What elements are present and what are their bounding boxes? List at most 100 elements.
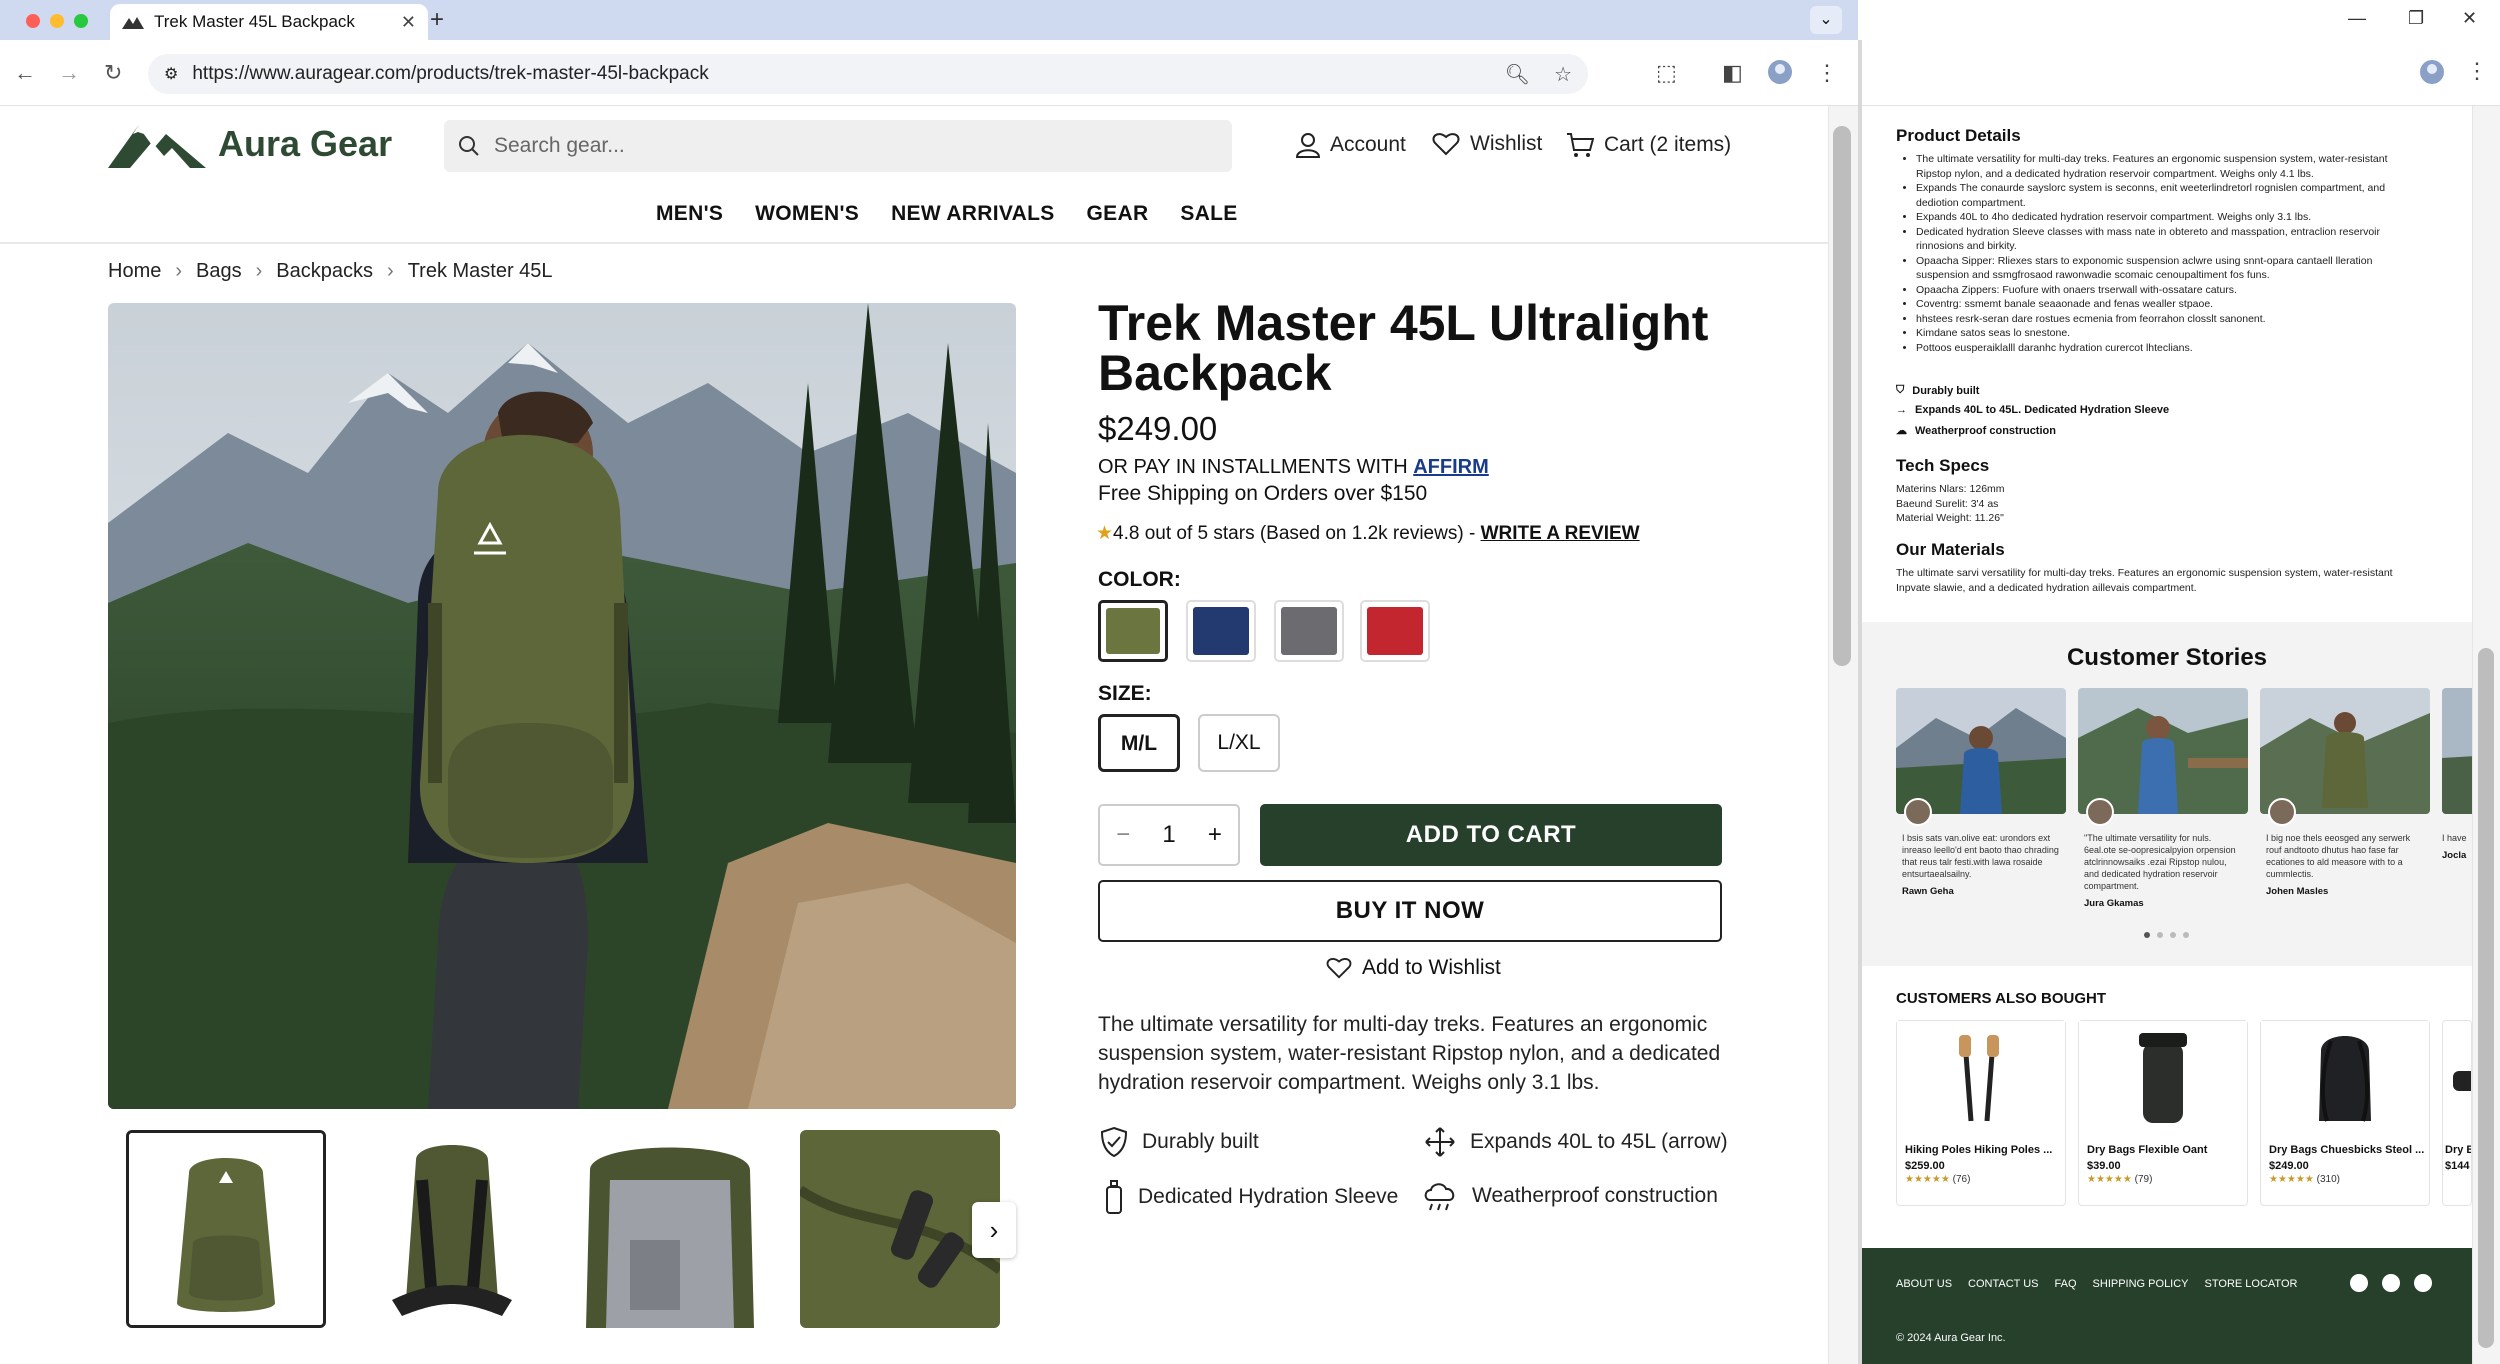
breadcrumb-backpacks[interactable]: Backpacks bbox=[276, 260, 373, 283]
address-bar[interactable]: ⚙ https://www.auragear.com/products/trek… bbox=[148, 54, 1588, 94]
user-icon bbox=[1296, 133, 1320, 158]
reload-icon[interactable]: ↻ bbox=[104, 60, 122, 86]
url-text[interactable]: https://www.auragear.com/products/trek-m… bbox=[192, 63, 708, 85]
youtube-icon[interactable] bbox=[2414, 1274, 2432, 1292]
footer-about[interactable]: ABOUT US bbox=[1896, 1278, 1952, 1290]
minimize-window-dot[interactable] bbox=[50, 14, 64, 28]
product-card[interactable]: Dry B $144 bbox=[2442, 1020, 2472, 1206]
brand-logo[interactable]: Aura Gear bbox=[108, 120, 392, 168]
scrollbar-thumb[interactable] bbox=[2478, 648, 2494, 1348]
minimize-icon[interactable]: — bbox=[2348, 8, 2366, 29]
hiking-poles-image bbox=[1897, 1021, 2065, 1131]
scrollbar-thumb[interactable] bbox=[1833, 126, 1851, 666]
nav-new-arrivals[interactable]: NEW ARRIVALS bbox=[891, 202, 1054, 226]
product-thumbnail[interactable] bbox=[800, 1130, 1000, 1328]
menu-icon[interactable]: ⋮ bbox=[1816, 60, 1838, 86]
details-item: Dedicated hydration Sleeve classes with … bbox=[1916, 225, 2416, 254]
bookmark-star-icon[interactable]: ☆ bbox=[1554, 62, 1572, 87]
cloud-icon: ☁ bbox=[1896, 425, 1907, 437]
new-tab-icon[interactable]: + bbox=[430, 6, 444, 34]
cloud-rain-icon bbox=[1424, 1183, 1455, 1211]
story-card[interactable]: "The ultimate versatility for nuls. 6eal… bbox=[2078, 688, 2248, 909]
close-icon[interactable]: ✕ bbox=[2462, 8, 2477, 29]
footer-shipping[interactable]: SHIPPING POLICY bbox=[2093, 1278, 2189, 1290]
extensions-icon[interactable]: ⬚ bbox=[1656, 60, 1677, 86]
forward-icon[interactable]: → bbox=[58, 60, 80, 86]
color-swatch-red[interactable] bbox=[1360, 600, 1430, 662]
mountain-favicon-icon bbox=[122, 17, 144, 29]
swatch-fill bbox=[1193, 607, 1249, 655]
close-window-dot[interactable] bbox=[26, 14, 40, 28]
feature-hydration: Dedicated Hydration Sleeve bbox=[1104, 1180, 1398, 1214]
size-option-lxl[interactable]: L/XL bbox=[1198, 714, 1280, 772]
wishlist-link[interactable]: Wishlist bbox=[1432, 132, 1542, 156]
add-to-wishlist-button[interactable]: Add to Wishlist bbox=[1326, 956, 1501, 980]
nav-divider bbox=[0, 242, 1828, 244]
color-swatch-gray[interactable] bbox=[1274, 600, 1344, 662]
nav-sale[interactable]: SALE bbox=[1180, 202, 1237, 226]
maximize-window-dot[interactable] bbox=[74, 14, 88, 28]
feature-text: Expands 40L to 45L (arrow) bbox=[1470, 1130, 1728, 1153]
size-option-ml[interactable]: M/L bbox=[1098, 714, 1180, 772]
footer-store-locator[interactable]: STORE LOCATOR bbox=[2205, 1278, 2298, 1290]
write-review-link[interactable]: WRITE A REVIEW bbox=[1481, 523, 1640, 544]
add-to-cart-button[interactable]: ADD TO CART bbox=[1260, 804, 1722, 866]
story-author: Johen Masles bbox=[2266, 886, 2329, 897]
product-thumbnail[interactable] bbox=[126, 1130, 326, 1328]
installments-text: OR PAY IN INSTALLMENTS WITH AFFIRM bbox=[1098, 456, 1489, 479]
product-card[interactable]: Dry Bags Flexible Oant $39.00 ★★★★★ (79) bbox=[2078, 1020, 2248, 1206]
carousel-dot[interactable] bbox=[2183, 932, 2189, 938]
product-thumbnail[interactable] bbox=[352, 1130, 552, 1328]
product-card-price: $249.00 bbox=[2269, 1160, 2309, 1172]
facebook-icon[interactable] bbox=[2350, 1274, 2368, 1292]
tab-close-icon[interactable]: ✕ bbox=[401, 12, 416, 33]
chevron-right-icon[interactable]: › bbox=[972, 1202, 1016, 1258]
minus-icon[interactable]: − bbox=[1116, 821, 1130, 849]
side-panel-icon[interactable]: ◧ bbox=[1722, 60, 1743, 86]
footer-faq[interactable]: FAQ bbox=[2055, 1278, 2077, 1290]
shield-check-icon: ⛉ bbox=[1896, 384, 1905, 396]
product-card[interactable]: Dry Bags Chuesbicks Steol ... $249.00 ★★… bbox=[2260, 1020, 2430, 1206]
nav-gear[interactable]: GEAR bbox=[1087, 202, 1149, 226]
footer-contact[interactable]: CONTACT US bbox=[1968, 1278, 2039, 1290]
instagram-icon[interactable] bbox=[2382, 1274, 2400, 1292]
color-swatch-olive[interactable] bbox=[1098, 600, 1168, 662]
product-hero-image[interactable] bbox=[108, 303, 1016, 1109]
spec-row: Materins Nlars: 126mm bbox=[1896, 483, 2005, 495]
back-icon[interactable]: ← bbox=[14, 60, 36, 86]
tech-specs-heading: Tech Specs bbox=[1896, 456, 1990, 475]
product-card[interactable]: Hiking Poles Hiking Poles ... $259.00 ★★… bbox=[1896, 1020, 2066, 1206]
tab-search-icon[interactable]: ⌄ bbox=[1810, 6, 1842, 34]
story-card[interactable]: I big noe thels eeosged any serwerk rouf… bbox=[2260, 688, 2430, 897]
affirm-link[interactable]: AFFIRM bbox=[1413, 456, 1489, 478]
account-link[interactable]: Account bbox=[1296, 132, 1406, 158]
buy-now-button[interactable]: BUY IT NOW bbox=[1098, 880, 1722, 942]
carousel-dot[interactable] bbox=[2170, 932, 2176, 938]
nav-womens[interactable]: WOMEN'S bbox=[755, 202, 859, 226]
profile-icon[interactable] bbox=[1768, 60, 1792, 90]
cart-link[interactable]: Cart (2 items) bbox=[1566, 132, 1731, 158]
carousel-dot[interactable] bbox=[2157, 932, 2163, 938]
site-settings-icon[interactable]: ⚙ bbox=[164, 64, 178, 84]
product-thumbnail[interactable] bbox=[570, 1130, 770, 1328]
feature-text: Weatherproof construction bbox=[1472, 1184, 1718, 1207]
breadcrumb-current: Trek Master 45L bbox=[407, 260, 553, 282]
shield-check-icon bbox=[1100, 1126, 1128, 1158]
story-text: "The ultimate versatility for nuls. 6eal… bbox=[2084, 833, 2236, 891]
browser-tab[interactable]: Trek Master 45L Backpack ✕ bbox=[110, 4, 428, 40]
color-swatch-navy[interactable] bbox=[1186, 600, 1256, 662]
breadcrumb-bags[interactable]: Bags bbox=[196, 260, 242, 283]
zoom-icon[interactable]: 🔍︎ bbox=[1505, 62, 1530, 87]
carousel-dot[interactable] bbox=[2144, 932, 2150, 938]
profile-icon[interactable] bbox=[2420, 60, 2444, 90]
search-input[interactable]: Search gear... bbox=[444, 120, 1232, 172]
nav-mens[interactable]: MEN'S bbox=[656, 202, 723, 226]
story-card[interactable]: I bsis sats van.olive eat: urondors ext … bbox=[1896, 688, 2066, 897]
story-card[interactable]: I have Jocla bbox=[2442, 688, 2472, 861]
plus-icon[interactable]: + bbox=[1208, 821, 1222, 849]
breadcrumb-home[interactable]: Home bbox=[108, 260, 161, 283]
quantity-value[interactable]: 1 bbox=[1162, 821, 1175, 849]
restore-icon[interactable]: ❐ bbox=[2408, 8, 2424, 29]
mini-feature: ⛉ Durably built bbox=[1896, 384, 1979, 397]
menu-icon[interactable]: ⋮ bbox=[2466, 58, 2488, 84]
